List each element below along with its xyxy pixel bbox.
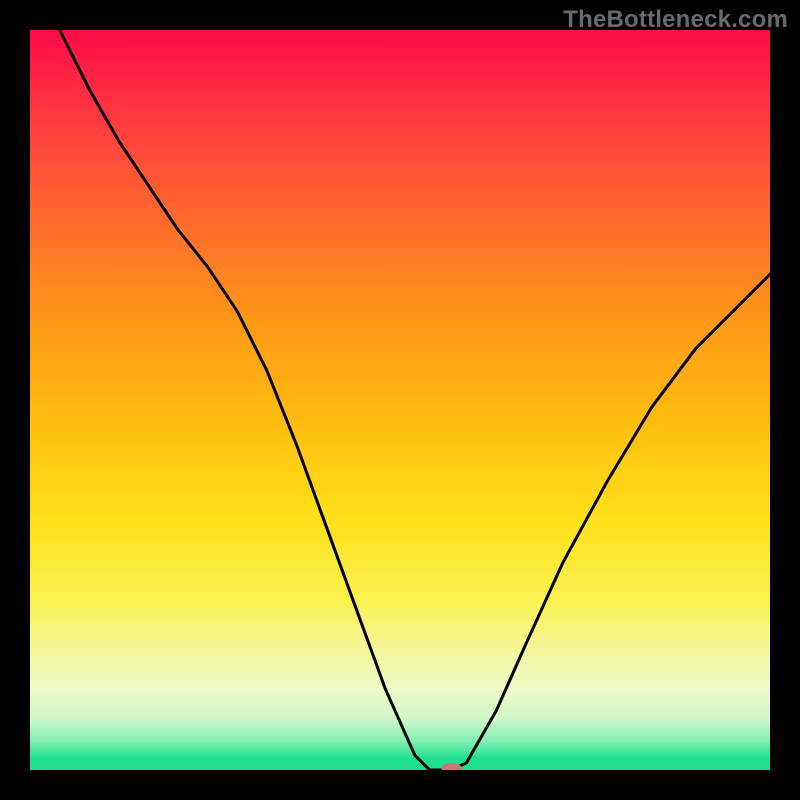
optimal-point-marker	[442, 764, 462, 770]
curve-layer	[30, 30, 770, 770]
watermark-text: TheBottleneck.com	[563, 6, 788, 34]
chart-frame: { "watermark": "TheBottleneck.com", "cha…	[0, 0, 800, 800]
plot-area	[30, 30, 770, 770]
bottleneck-curve	[60, 30, 770, 770]
